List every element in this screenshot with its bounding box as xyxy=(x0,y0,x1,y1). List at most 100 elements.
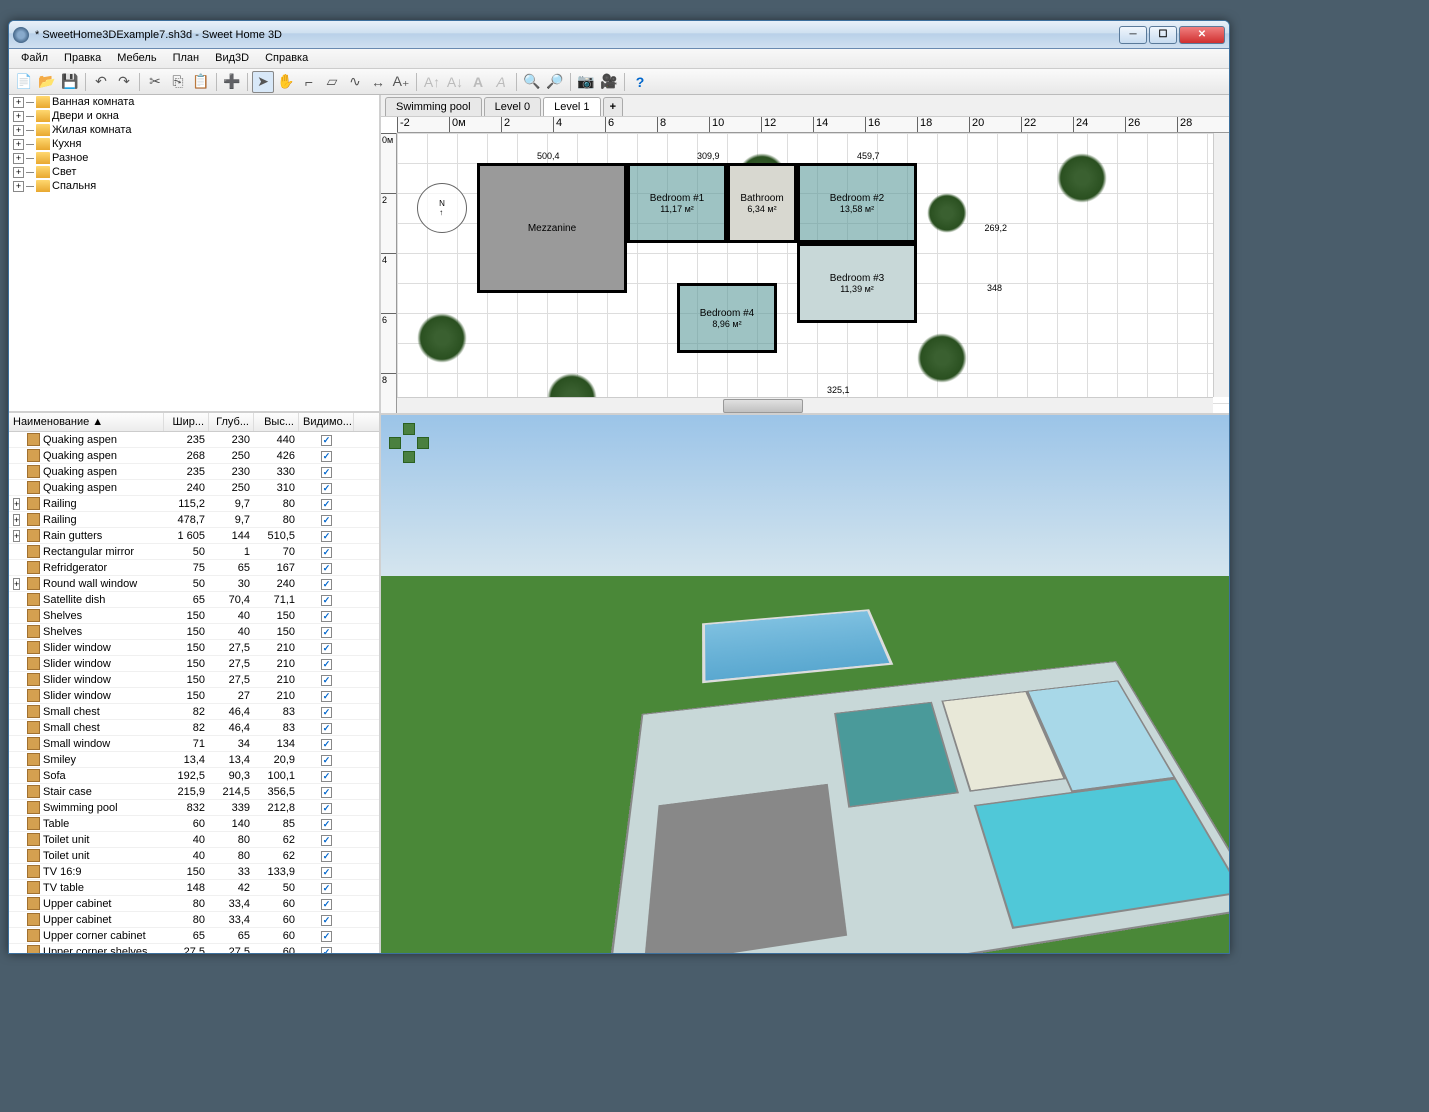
visibility-checkbox[interactable]: ✓ xyxy=(321,867,332,878)
visibility-checkbox[interactable]: ✓ xyxy=(321,515,332,526)
visibility-checkbox[interactable]: ✓ xyxy=(321,947,332,954)
text-tool[interactable]: A₊ xyxy=(390,71,412,93)
visibility-checkbox[interactable]: ✓ xyxy=(321,643,332,654)
room-bedroom1[interactable]: Bedroom #1 11,17 м² xyxy=(627,163,727,243)
table-row[interactable]: Stair case215,9214,5356,5✓ xyxy=(9,784,379,800)
expand-icon[interactable]: + xyxy=(13,530,20,542)
nav-down-icon[interactable] xyxy=(403,451,415,463)
polyline-tool[interactable]: ∿ xyxy=(344,71,366,93)
add-level-button[interactable]: + xyxy=(603,97,623,116)
table-row[interactable]: Upper corner shelves27,527,560✓ xyxy=(9,944,379,953)
table-row[interactable]: Slider window15027,5210✓ xyxy=(9,656,379,672)
catalog-tree[interactable]: +Ванная комната+Двери и окна+Жилая комна… xyxy=(9,95,379,413)
menu-План[interactable]: План xyxy=(165,49,208,68)
room-bedroom3[interactable]: Bedroom #3 11,39 м² xyxy=(797,243,917,323)
table-row[interactable]: +Railing115,29,780✓ xyxy=(9,496,379,512)
table-row[interactable]: +Railing478,79,780✓ xyxy=(9,512,379,528)
col-height[interactable]: Выс... xyxy=(254,413,299,431)
select-tool[interactable]: ➤ xyxy=(252,71,274,93)
catalog-item[interactable]: +Свет xyxy=(9,165,379,179)
nav-up-icon[interactable] xyxy=(403,423,415,435)
maximize-button[interactable]: ☐ xyxy=(1149,26,1177,44)
expand-icon[interactable]: + xyxy=(13,167,24,178)
visibility-checkbox[interactable]: ✓ xyxy=(321,771,332,782)
visibility-checkbox[interactable]: ✓ xyxy=(321,579,332,590)
copy-button[interactable]: ⎘ xyxy=(167,71,189,93)
visibility-checkbox[interactable]: ✓ xyxy=(321,675,332,686)
text-bigger[interactable]: A↑ xyxy=(421,71,443,93)
col-visible[interactable]: Видимо... xyxy=(299,413,354,431)
visibility-checkbox[interactable]: ✓ xyxy=(321,595,332,606)
table-row[interactable]: Quaking aspen235230440✓ xyxy=(9,432,379,448)
zoom-out-button[interactable]: 🔎 xyxy=(544,71,566,93)
expand-icon[interactable]: + xyxy=(13,181,24,192)
visibility-checkbox[interactable]: ✓ xyxy=(321,563,332,574)
room-bedroom2[interactable]: Bedroom #2 13,58 м² xyxy=(797,163,917,243)
compass-icon[interactable]: N↑ xyxy=(417,183,467,233)
visibility-checkbox[interactable]: ✓ xyxy=(321,931,332,942)
3d-nav-controls[interactable] xyxy=(389,423,429,463)
col-width[interactable]: Шир... xyxy=(164,413,209,431)
text-smaller[interactable]: A↓ xyxy=(444,71,466,93)
photo-button[interactable]: 📷 xyxy=(575,71,597,93)
visibility-checkbox[interactable]: ✓ xyxy=(321,787,332,798)
catalog-item[interactable]: +Жилая комната xyxy=(9,123,379,137)
expand-icon[interactable]: + xyxy=(13,125,24,136)
table-row[interactable]: Satellite dish6570,471,1✓ xyxy=(9,592,379,608)
paste-button[interactable]: 📋 xyxy=(190,71,212,93)
expand-icon[interactable]: + xyxy=(13,111,24,122)
add-furniture-button[interactable]: ➕ xyxy=(221,71,243,93)
nav-right-icon[interactable] xyxy=(417,437,429,449)
level-tab[interactable]: Level 1 xyxy=(543,97,600,116)
expand-icon[interactable]: + xyxy=(13,498,20,510)
visibility-checkbox[interactable]: ✓ xyxy=(321,547,332,558)
visibility-checkbox[interactable]: ✓ xyxy=(321,659,332,670)
table-row[interactable]: Upper corner cabinet656560✓ xyxy=(9,928,379,944)
visibility-checkbox[interactable]: ✓ xyxy=(321,819,332,830)
catalog-item[interactable]: +Ванная комната xyxy=(9,95,379,109)
room-bathroom[interactable]: Bathroom 6,34 м² xyxy=(727,163,797,243)
plan-scrollbar-h[interactable] xyxy=(397,397,1213,413)
visibility-checkbox[interactable]: ✓ xyxy=(321,611,332,622)
text-italic[interactable]: A xyxy=(490,71,512,93)
list-header[interactable]: Наименование ▲ Шир... Глуб... Выс... Вид… xyxy=(9,413,379,432)
table-row[interactable]: Small chest8246,483✓ xyxy=(9,720,379,736)
menu-Файл[interactable]: Файл xyxy=(13,49,56,68)
visibility-checkbox[interactable]: ✓ xyxy=(321,835,332,846)
col-name[interactable]: Наименование ▲ xyxy=(9,413,164,431)
level-tab[interactable]: Level 0 xyxy=(484,97,541,116)
close-button[interactable]: ✕ xyxy=(1179,26,1225,44)
table-row[interactable]: Quaking aspen240250310✓ xyxy=(9,480,379,496)
menu-Мебель[interactable]: Мебель xyxy=(109,49,164,68)
tree-icon[interactable] xyxy=(417,313,467,363)
visibility-checkbox[interactable]: ✓ xyxy=(321,483,332,494)
pan-tool[interactable]: ✋ xyxy=(275,71,297,93)
table-row[interactable]: Refridgerator7565167✓ xyxy=(9,560,379,576)
table-row[interactable]: Rectangular mirror50170✓ xyxy=(9,544,379,560)
table-row[interactable]: Swimming pool832339212,8✓ xyxy=(9,800,379,816)
menu-Правка[interactable]: Правка xyxy=(56,49,109,68)
catalog-item[interactable]: +Двери и окна xyxy=(9,109,379,123)
new-button[interactable]: 📄 xyxy=(13,71,35,93)
expand-icon[interactable]: + xyxy=(13,139,24,150)
visibility-checkbox[interactable]: ✓ xyxy=(321,627,332,638)
nav-left-icon[interactable] xyxy=(389,437,401,449)
furniture-list[interactable]: Наименование ▲ Шир... Глуб... Выс... Вид… xyxy=(9,413,379,953)
video-button[interactable]: 🎥 xyxy=(598,71,620,93)
3d-view[interactable] xyxy=(381,415,1229,953)
visibility-checkbox[interactable]: ✓ xyxy=(321,723,332,734)
expand-icon[interactable]: + xyxy=(13,97,24,108)
expand-icon[interactable]: + xyxy=(13,578,20,590)
table-row[interactable]: Upper cabinet8033,460✓ xyxy=(9,896,379,912)
tree-icon[interactable] xyxy=(1057,153,1107,203)
visibility-checkbox[interactable]: ✓ xyxy=(321,531,332,542)
redo-button[interactable]: ↷ xyxy=(113,71,135,93)
open-button[interactable]: 📂 xyxy=(36,71,58,93)
titlebar[interactable]: * SweetHome3DExample7.sh3d - Sweet Home … xyxy=(9,21,1229,49)
visibility-checkbox[interactable]: ✓ xyxy=(321,755,332,766)
dimension-tool[interactable]: ↔ xyxy=(367,71,389,93)
table-row[interactable]: Shelves15040150✓ xyxy=(9,624,379,640)
table-row[interactable]: Quaking aspen235230330✓ xyxy=(9,464,379,480)
help-button[interactable]: ? xyxy=(629,71,651,93)
menu-Справка[interactable]: Справка xyxy=(257,49,316,68)
